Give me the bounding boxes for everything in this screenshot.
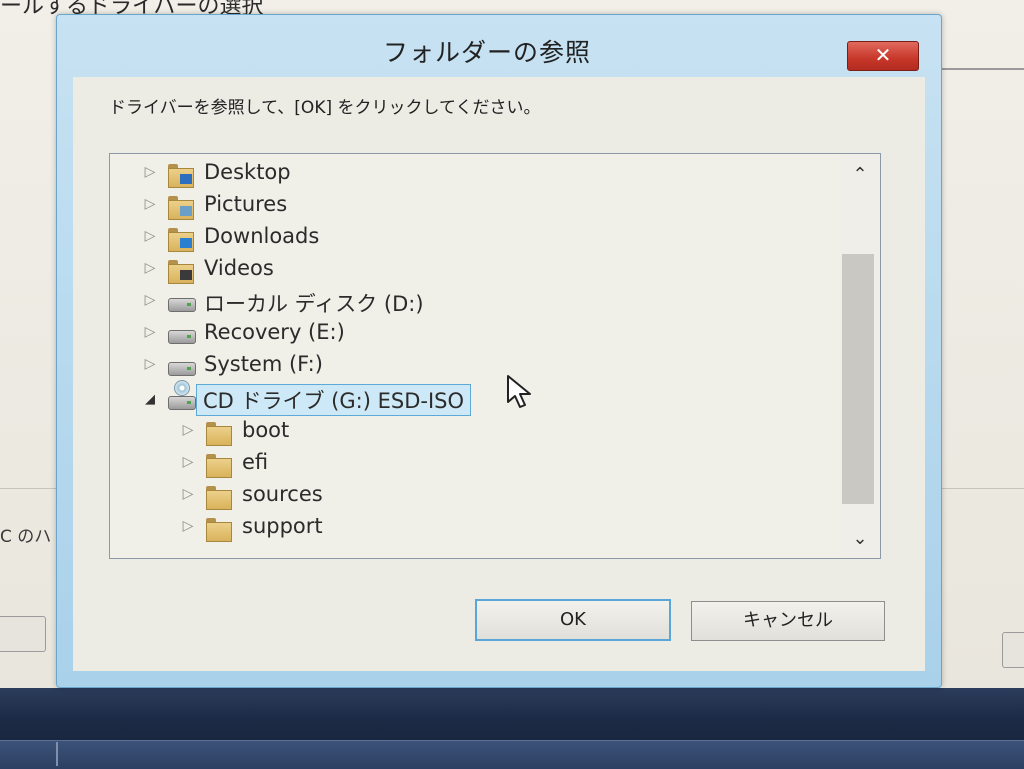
- taskbar-separator: [56, 742, 58, 766]
- cd-drive-icon: [168, 380, 196, 412]
- background-divider: [930, 488, 1024, 489]
- folder-tree-list: ▷ Desktop ▷ Pictures ▷ Downloads ▷ Videos ▷ ローカル …: [110, 154, 840, 558]
- close-icon: ✕: [874, 43, 892, 67]
- hard-drive-icon: [168, 322, 196, 346]
- cancel-button[interactable]: キャンセル: [691, 601, 885, 641]
- background-next-button[interactable]: [1002, 632, 1024, 668]
- background-divider: [930, 68, 1024, 70]
- folder-icon: [206, 420, 232, 446]
- desktop-folder-icon: [168, 162, 194, 188]
- tree-item-label: boot: [242, 418, 290, 442]
- dialog-title: フォルダーの参照: [382, 38, 591, 67]
- ok-button[interactable]: OK: [475, 599, 671, 641]
- videos-folder-icon: [168, 258, 194, 284]
- collapsed-arrow-icon[interactable]: ▷: [142, 260, 158, 276]
- mouse-cursor-icon: [507, 375, 531, 408]
- collapsed-arrow-icon[interactable]: ▷: [180, 486, 196, 502]
- browse-folder-dialog: フォルダーの参照 ✕ ドライバーを参照して、[OK] をクリックしてください。 …: [56, 14, 942, 688]
- folder-tree[interactable]: ▷ Desktop ▷ Pictures ▷ Downloads ▷ Videos ▷ ローカル …: [109, 153, 881, 559]
- folder-icon: [206, 516, 232, 542]
- collapsed-arrow-icon[interactable]: ▷: [142, 324, 158, 340]
- collapsed-arrow-icon[interactable]: ▷: [180, 518, 196, 534]
- collapsed-arrow-icon[interactable]: ▷: [142, 164, 158, 180]
- tree-item-label: System (F:): [204, 352, 323, 376]
- scroll-up-arrow-icon[interactable]: ⌃: [840, 160, 880, 190]
- expanded-arrow-icon[interactable]: ◢: [142, 392, 158, 407]
- scroll-thumb[interactable]: [842, 254, 874, 504]
- tree-item-label: sources: [242, 482, 323, 506]
- tree-item-label: support: [242, 514, 323, 538]
- tree-item-label: ローカル ディスク (D:): [204, 292, 424, 316]
- close-button[interactable]: ✕: [847, 41, 919, 71]
- background-side-label: C のハ: [0, 527, 52, 547]
- collapsed-arrow-icon[interactable]: ▷: [180, 422, 196, 438]
- tree-item-label: CD ドライブ (G:) ESD-ISO: [196, 384, 471, 416]
- dialog-body: ドライバーを参照して、[OK] をクリックしてください。 ▷ Desktop ▷ Pi…: [73, 77, 925, 671]
- tree-item-label: efi: [242, 450, 269, 474]
- folder-icon: [206, 484, 232, 510]
- tree-item-label: Pictures: [204, 192, 288, 216]
- tree-item-label: Videos: [204, 256, 274, 280]
- collapsed-arrow-icon[interactable]: ▷: [180, 454, 196, 470]
- taskbar-strip: [0, 740, 1024, 769]
- hard-drive-icon: [168, 290, 196, 314]
- collapsed-arrow-icon[interactable]: ▷: [142, 228, 158, 244]
- background-back-button[interactable]: [0, 616, 46, 652]
- pictures-folder-icon: [168, 194, 194, 220]
- background-divider: [0, 488, 62, 489]
- vertical-scrollbar[interactable]: ⌃ ⌄: [840, 154, 880, 558]
- collapsed-arrow-icon[interactable]: ▷: [142, 196, 158, 212]
- collapsed-arrow-icon[interactable]: ▷: [142, 292, 158, 308]
- tree-item-label: Desktop: [204, 160, 291, 184]
- folder-icon: [206, 452, 232, 478]
- downloads-folder-icon: [168, 226, 194, 252]
- tree-item-label: Downloads: [204, 224, 320, 248]
- instruction-text: ドライバーを参照して、[OK] をクリックしてください。: [109, 98, 541, 118]
- scroll-down-arrow-icon[interactable]: ⌄: [840, 524, 880, 554]
- collapsed-arrow-icon[interactable]: ▷: [142, 356, 158, 372]
- tree-item-label: Recovery (E:): [204, 320, 345, 344]
- hard-drive-icon: [168, 354, 196, 378]
